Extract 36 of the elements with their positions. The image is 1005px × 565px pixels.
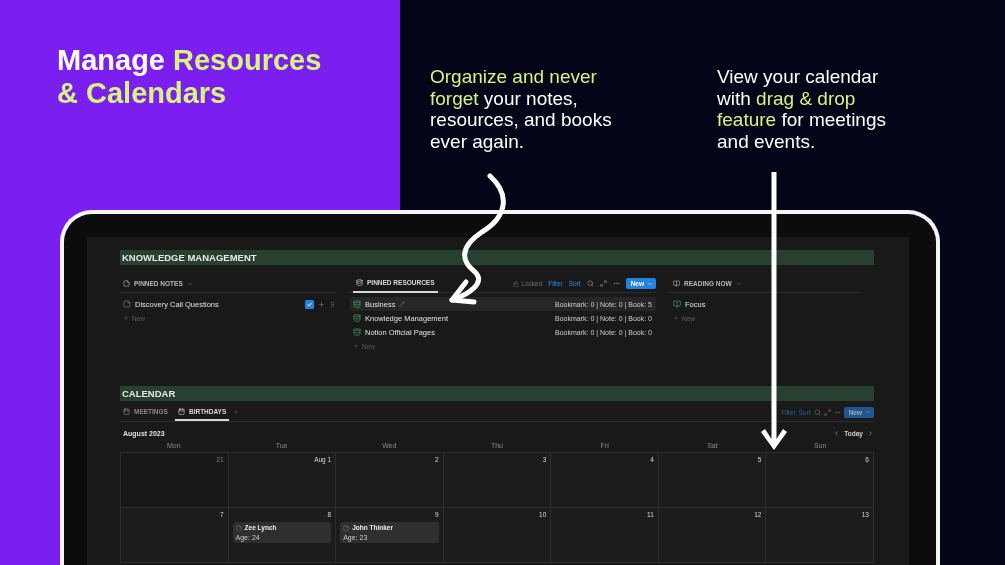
lock-icon xyxy=(513,280,520,287)
expand-icon xyxy=(599,280,607,287)
expand-icon xyxy=(823,408,831,416)
search-icon xyxy=(813,408,821,416)
calendar-icon xyxy=(177,407,185,415)
pencil-icon xyxy=(399,301,406,307)
plus-icon xyxy=(673,315,679,321)
chevron-down-icon xyxy=(647,280,653,287)
chevron-down-icon xyxy=(865,409,871,415)
database-icon xyxy=(353,300,361,308)
headline: Manage Resources & Calendars xyxy=(56,43,323,111)
calendar-icon xyxy=(123,407,130,415)
caption: Organize and never forget your notes, resources, and books ever again. xyxy=(429,65,613,154)
caption: View your calendar with drag & drop feature for meetings and events. xyxy=(716,65,887,154)
note-icon xyxy=(343,524,350,531)
plus-icon xyxy=(123,315,129,321)
database-icon xyxy=(353,314,361,322)
database-icon xyxy=(353,328,361,336)
database-icon xyxy=(356,279,363,286)
next-icon[interactable] xyxy=(867,429,874,437)
note-icon xyxy=(123,280,130,287)
note-icon xyxy=(235,524,242,531)
check-icon xyxy=(307,301,312,307)
checkbox[interactable] xyxy=(305,299,314,309)
book-icon xyxy=(673,300,681,308)
note-icon xyxy=(123,300,131,308)
book-icon xyxy=(673,280,680,287)
plus-icon xyxy=(318,300,325,308)
section-title: KNOWLEDGE MANAGEMENT xyxy=(120,250,874,265)
section-title: CALENDAR xyxy=(120,386,874,401)
plus-icon xyxy=(233,409,240,415)
plus-icon xyxy=(353,343,359,349)
chevron-down-icon xyxy=(186,280,193,287)
previous-icon[interactable] xyxy=(833,429,841,437)
search-icon xyxy=(586,280,594,287)
chevron-down-icon xyxy=(735,280,742,287)
